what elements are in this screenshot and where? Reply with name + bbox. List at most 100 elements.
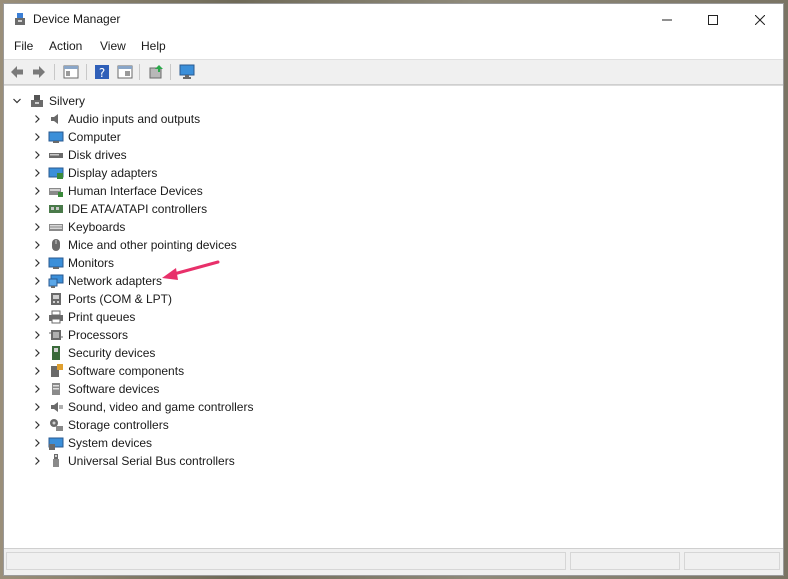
maximize-icon bbox=[708, 14, 718, 25]
chevron-right-icon[interactable] bbox=[32, 146, 42, 164]
tree-root-label: Silvery bbox=[49, 94, 86, 108]
chevron-right-icon[interactable] bbox=[32, 128, 42, 146]
monitor-icon bbox=[48, 257, 64, 269]
tree-item[interactable]: Ports (COM & LPT) bbox=[4, 290, 404, 308]
tree-item[interactable]: Audio inputs and outputs bbox=[4, 110, 404, 128]
status-bar bbox=[4, 548, 783, 575]
tree-item-label: Ports (COM & LPT) bbox=[68, 292, 173, 306]
device-manager-icon bbox=[15, 13, 25, 25]
device-tree[interactable]: Silvery Audio inputs and outputs Computer… bbox=[4, 85, 783, 551]
show-hide-console-tree-icon[interactable] bbox=[62, 63, 80, 81]
tree-item[interactable]: Display adapters bbox=[4, 164, 404, 182]
tree-item-label: Audio inputs and outputs bbox=[68, 112, 201, 126]
chevron-right-icon[interactable] bbox=[32, 182, 42, 200]
mouse-icon bbox=[52, 239, 60, 251]
tree-item-label: Storage controllers bbox=[68, 418, 169, 432]
tree-item[interactable]: Disk drives bbox=[4, 146, 404, 164]
menu-action[interactable]: Action bbox=[49, 39, 82, 53]
minimize-button[interactable] bbox=[644, 4, 690, 34]
tree-item[interactable]: Human Interface Devices bbox=[4, 182, 404, 200]
chevron-right-icon[interactable] bbox=[32, 434, 42, 452]
chevron-right-icon[interactable] bbox=[32, 236, 42, 254]
port-icon bbox=[51, 293, 61, 305]
tree-item-label: Mice and other pointing devices bbox=[68, 238, 237, 252]
tree-item-label: IDE ATA/ATAPI controllers bbox=[68, 202, 208, 216]
status-pane-secondary bbox=[570, 552, 680, 570]
chevron-right-icon[interactable] bbox=[32, 398, 42, 416]
chevron-right-icon[interactable] bbox=[32, 362, 42, 380]
title-bar[interactable]: Device Manager bbox=[4, 4, 783, 34]
chevron-right-icon[interactable] bbox=[32, 344, 42, 362]
tree-item[interactable]: Security devices bbox=[4, 344, 404, 362]
software-device-icon bbox=[52, 383, 60, 395]
network-adapter-icon bbox=[48, 274, 64, 288]
keyboard-icon bbox=[49, 224, 63, 231]
close-button[interactable] bbox=[737, 4, 783, 34]
speaker-icon bbox=[51, 114, 58, 124]
chevron-right-icon[interactable] bbox=[32, 380, 42, 398]
tree-item[interactable]: Software devices bbox=[4, 380, 404, 398]
chevron-right-icon[interactable] bbox=[32, 218, 42, 236]
tree-item-label: Keyboards bbox=[68, 220, 126, 234]
chevron-right-icon[interactable] bbox=[32, 416, 42, 434]
display-adapter-icon bbox=[48, 167, 64, 179]
chevron-right-icon[interactable] bbox=[32, 164, 42, 182]
maximize-button[interactable] bbox=[690, 4, 736, 34]
forward-arrow-icon[interactable] bbox=[30, 63, 48, 81]
scan-hardware-changes-icon[interactable] bbox=[147, 63, 165, 81]
tree-item[interactable]: IDE ATA/ATAPI controllers bbox=[4, 200, 404, 218]
back-arrow-icon[interactable] bbox=[8, 63, 26, 81]
device-manager-window: Device Manager File Action View Help ? S… bbox=[3, 3, 784, 576]
software-component-icon bbox=[51, 364, 63, 377]
chevron-right-icon[interactable] bbox=[32, 110, 42, 128]
status-pane-main bbox=[6, 552, 566, 570]
chevron-right-icon[interactable] bbox=[32, 326, 42, 344]
tree-item[interactable]: Keyboards bbox=[4, 218, 404, 236]
disk-drive-icon bbox=[49, 153, 63, 158]
hid-icon bbox=[49, 188, 63, 197]
tree-item[interactable]: Sound, video and game controllers bbox=[4, 398, 404, 416]
tree-item[interactable]: Universal Serial Bus controllers bbox=[4, 452, 404, 470]
security-device-icon bbox=[52, 346, 60, 360]
tree-item-label: Software components bbox=[68, 364, 185, 378]
chevron-right-icon[interactable] bbox=[32, 200, 42, 218]
tree-item[interactable]: Processors bbox=[4, 326, 404, 344]
help-icon[interactable]: ? bbox=[93, 63, 111, 81]
toolbar-separator bbox=[54, 64, 55, 80]
properties-icon[interactable] bbox=[116, 63, 134, 81]
tree-item-label: Monitors bbox=[68, 256, 115, 270]
tree-item-label: Print queues bbox=[68, 310, 136, 324]
annotation-arrow-icon bbox=[162, 260, 220, 280]
toolbar-separator bbox=[170, 64, 171, 80]
menu-view[interactable]: View bbox=[100, 39, 126, 53]
update-driver-monitor-icon[interactable] bbox=[178, 63, 196, 81]
toolbar-separator bbox=[86, 64, 87, 80]
menu-help[interactable]: Help bbox=[141, 39, 166, 53]
chevron-right-icon[interactable] bbox=[32, 254, 42, 272]
menu-file[interactable]: File bbox=[14, 39, 33, 53]
computer-icon bbox=[48, 131, 64, 143]
chevron-right-icon[interactable] bbox=[32, 290, 42, 308]
tree-item-label: Security devices bbox=[68, 346, 156, 360]
ide-controller-icon bbox=[49, 205, 63, 213]
tree-item-label: Network adapters bbox=[68, 274, 163, 288]
printer-icon bbox=[49, 310, 63, 324]
minimize-icon bbox=[662, 19, 672, 21]
tree-item[interactable]: Software components bbox=[4, 362, 404, 380]
tree-item[interactable]: System devices bbox=[4, 434, 404, 452]
menu-bar: File Action View Help bbox=[4, 35, 783, 57]
chevron-right-icon[interactable] bbox=[32, 452, 42, 470]
tree-root[interactable]: Silvery bbox=[4, 92, 404, 110]
chevron-right-icon[interactable] bbox=[32, 308, 42, 326]
chevron-down-icon[interactable] bbox=[12, 92, 22, 110]
computer-root-icon bbox=[31, 95, 43, 107]
storage-controller-icon bbox=[50, 419, 63, 431]
tree-item[interactable]: Print queues bbox=[4, 308, 404, 326]
tree-item[interactable]: Storage controllers bbox=[4, 416, 404, 434]
tree-item[interactable]: Computer bbox=[4, 128, 404, 146]
sound-controller-icon bbox=[51, 402, 63, 412]
tree-item[interactable]: Mice and other pointing devices bbox=[4, 236, 404, 254]
tree-item-label: Computer bbox=[68, 130, 121, 144]
tree-item-label: Processors bbox=[68, 328, 129, 342]
chevron-right-icon[interactable] bbox=[32, 272, 42, 290]
